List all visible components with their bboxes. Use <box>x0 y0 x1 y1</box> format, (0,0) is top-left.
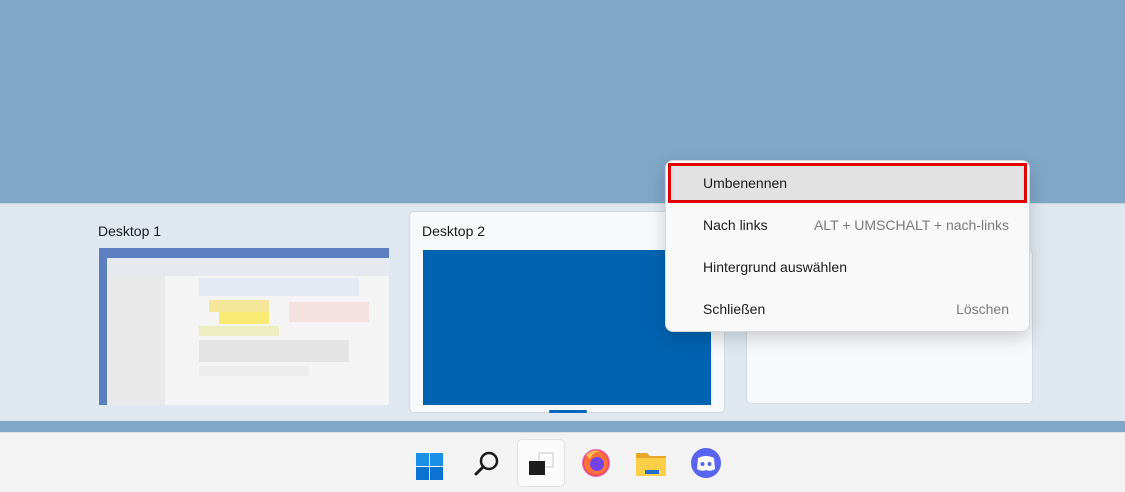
search-button[interactable] <box>462 439 510 487</box>
menu-item-label: Nach links <box>703 217 768 233</box>
thumb-blur-block <box>199 340 349 362</box>
discord-button[interactable] <box>682 439 730 487</box>
task-view-button[interactable] <box>517 439 565 487</box>
menu-item-rename[interactable]: Umbenennen <box>668 163 1027 203</box>
wallpaper-strip <box>0 421 1125 432</box>
thumb-toolbar <box>107 258 389 276</box>
desktop-1-thumbnail[interactable] <box>99 248 389 405</box>
desktop-2-title: Desktop 2 <box>422 223 486 239</box>
windows-start-icon <box>416 453 443 480</box>
thumb-blur-block <box>219 312 269 324</box>
menu-item-shortcut: Löschen <box>956 301 1009 317</box>
thumb-blur-block <box>199 326 279 336</box>
thumb-blur-block <box>289 302 369 322</box>
desktop-1-card[interactable]: Desktop 1 <box>86 212 402 414</box>
discord-icon <box>691 448 721 478</box>
file-explorer-icon <box>636 453 666 476</box>
taskbar <box>0 432 1125 492</box>
thumb-titlebar <box>99 248 389 258</box>
menu-item-move-left[interactable]: Nach links ALT + UMSCHALT + nach-links <box>670 207 1025 243</box>
search-icon <box>474 451 499 476</box>
menu-item-label: Schließen <box>703 301 766 317</box>
firefox-icon <box>582 449 610 477</box>
menu-item-shortcut: ALT + UMSCHALT + nach-links <box>813 217 1009 233</box>
menu-item-close[interactable]: Schließen Löschen <box>670 291 1025 327</box>
task-view-icon <box>529 452 554 475</box>
context-menu: Umbenennen Nach links ALT + UMSCHALT + n… <box>665 160 1030 332</box>
thumb-blur-block <box>199 278 359 296</box>
menu-item-label: Hintergrund auswählen <box>703 259 847 275</box>
desktop-1-title: Desktop 1 <box>98 223 162 239</box>
menu-item-label: Umbenennen <box>703 175 788 191</box>
thumb-blur-block <box>209 300 269 312</box>
thumb-nav-pane <box>107 276 165 405</box>
menu-item-choose-background[interactable]: Hintergrund auswählen <box>670 249 1025 285</box>
start-button[interactable] <box>406 439 454 487</box>
thumb-sidebar-edge <box>99 258 107 405</box>
active-desktop-indicator <box>549 410 587 413</box>
thumb-blur-block <box>199 366 309 376</box>
file-explorer-button[interactable] <box>627 439 675 487</box>
firefox-button[interactable] <box>572 439 620 487</box>
